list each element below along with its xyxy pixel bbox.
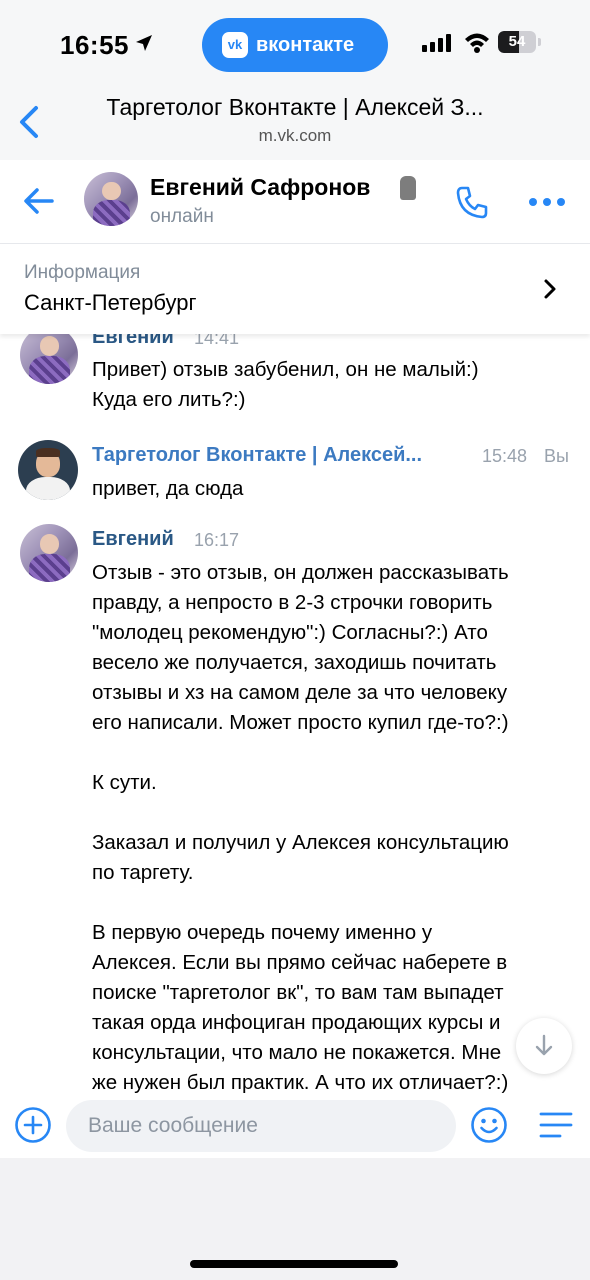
message-text: Отзыв - это отзыв, он должен рассказыват… [92, 561, 509, 1094]
message-own-label: Вы [544, 446, 569, 466]
phone-icon[interactable] [454, 184, 490, 220]
message-item: Евгений 16:17 Отзыв - это отзыв, он долж… [0, 522, 590, 1096]
message-list[interactable]: Евгений 14:41 Привет) отзыв забубенил, о… [0, 334, 590, 1096]
vk-app-pill[interactable]: vk вконтакте [202, 18, 388, 72]
back-arrow-icon[interactable] [22, 186, 56, 216]
message-item: Таргетолог Вконтакте | Алексей... 15:48 … [0, 438, 590, 508]
status-bar: 16:55 vk вконтакте 54 [0, 0, 590, 88]
message-item: Евгений 14:41 Привет) отзыв забубенил, о… [0, 334, 590, 418]
sender-avatar[interactable] [18, 440, 78, 500]
message-author[interactable]: Евгений [92, 334, 174, 349]
message-author[interactable]: Таргетолог Вконтакте | Алексей... [92, 444, 422, 467]
info-city: Санкт-Петербург [24, 290, 197, 315]
location-arrow-icon [136, 35, 152, 51]
menu-lines-icon[interactable] [538, 1108, 574, 1142]
chevron-right-icon [544, 279, 556, 299]
info-panel[interactable]: Информация Санкт-Петербург [0, 244, 590, 334]
chat-header: Евгений Сафронов онлайн [0, 160, 590, 244]
wifi-icon [465, 33, 489, 53]
message-text: привет, да сюда [92, 477, 244, 500]
battery-icon: 54 [498, 31, 542, 53]
battery-level: 54 [508, 33, 526, 50]
home-indicator[interactable] [190, 1260, 398, 1268]
browser-header: Таргетолог Вконтакте | Алексей З... m.vk… [0, 88, 590, 160]
contact-status: онлайн [150, 206, 214, 227]
browser-back-icon[interactable] [14, 102, 44, 142]
moai-emoji-icon [400, 176, 416, 200]
browser-url: m.vk.com [258, 126, 332, 145]
scroll-down-button[interactable] [516, 1018, 572, 1074]
signal-icon [422, 34, 451, 52]
sender-avatar[interactable] [20, 524, 78, 582]
contact-avatar[interactable] [84, 172, 138, 226]
message-input[interactable] [66, 1100, 456, 1152]
status-time: 16:55 [60, 30, 129, 60]
vk-logo-icon: vk [222, 32, 248, 58]
emoji-icon[interactable] [470, 1106, 508, 1144]
message-composer [0, 1096, 590, 1158]
message-time: 15:48 [482, 446, 528, 466]
more-options-icon[interactable] [526, 184, 568, 220]
vk-pill-label: вконтакте [256, 34, 355, 56]
contact-name[interactable]: Евгений Сафронов [150, 174, 370, 201]
arrow-down-icon [535, 1034, 553, 1056]
browser-page-title: Таргетолог Вконтакте | Алексей З... [106, 94, 484, 120]
message-text: Привет) отзыв забубенил, он не малый:) К… [92, 358, 479, 411]
message-time: 14:41 [194, 334, 240, 348]
browser-bottom-bar [0, 1158, 590, 1280]
message-author[interactable]: Евгений [92, 528, 174, 551]
info-label: Информация [24, 262, 141, 283]
message-time: 16:17 [194, 530, 240, 550]
sender-avatar[interactable] [20, 334, 78, 384]
add-attachment-icon[interactable] [14, 1106, 52, 1144]
